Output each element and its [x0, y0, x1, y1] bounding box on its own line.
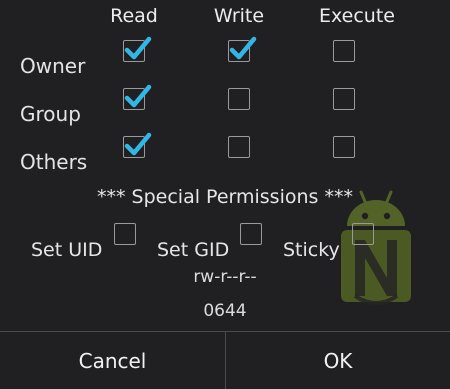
others-read-checkbox[interactable] — [123, 132, 152, 158]
symbolic-mode-text: rw-r--r-- — [193, 267, 257, 287]
others-write-checkbox[interactable] — [228, 136, 250, 158]
column-header-read: Read — [110, 5, 158, 27]
sticky-checkbox[interactable] — [352, 223, 374, 245]
row-label-owner: Owner — [20, 54, 86, 78]
android-logo-watermark-icon — [341, 190, 411, 305]
check-mark-icon — [124, 132, 152, 156]
set-gid-checkbox[interactable] — [240, 223, 262, 245]
row-label-group: Group — [20, 102, 81, 126]
owner-execute-checkbox[interactable] — [333, 40, 355, 62]
row-label-others: Others — [20, 150, 88, 174]
owner-write-checkbox[interactable] — [228, 36, 257, 62]
owner-read-checkbox[interactable] — [123, 36, 152, 62]
ok-button[interactable]: OK — [226, 332, 450, 389]
group-write-checkbox[interactable] — [228, 88, 250, 110]
column-header-execute: Execute — [319, 5, 395, 27]
sticky-label: Sticky — [283, 239, 340, 261]
set-uid-checkbox[interactable] — [114, 223, 136, 245]
column-header-write: Write — [213, 5, 265, 27]
group-execute-checkbox[interactable] — [333, 88, 355, 110]
cancel-button[interactable]: Cancel — [0, 332, 225, 389]
check-mark-icon — [124, 84, 152, 108]
octal-mode-text: 0644 — [203, 301, 247, 321]
check-mark-icon — [229, 36, 257, 60]
check-mark-icon — [124, 36, 152, 60]
group-read-checkbox[interactable] — [123, 84, 152, 110]
permissions-dialog: Read Write Execute Owner Group Others **… — [0, 0, 450, 389]
set-gid-label: Set GID — [157, 239, 230, 261]
others-execute-checkbox[interactable] — [333, 136, 355, 158]
set-uid-label: Set UID — [31, 239, 103, 261]
